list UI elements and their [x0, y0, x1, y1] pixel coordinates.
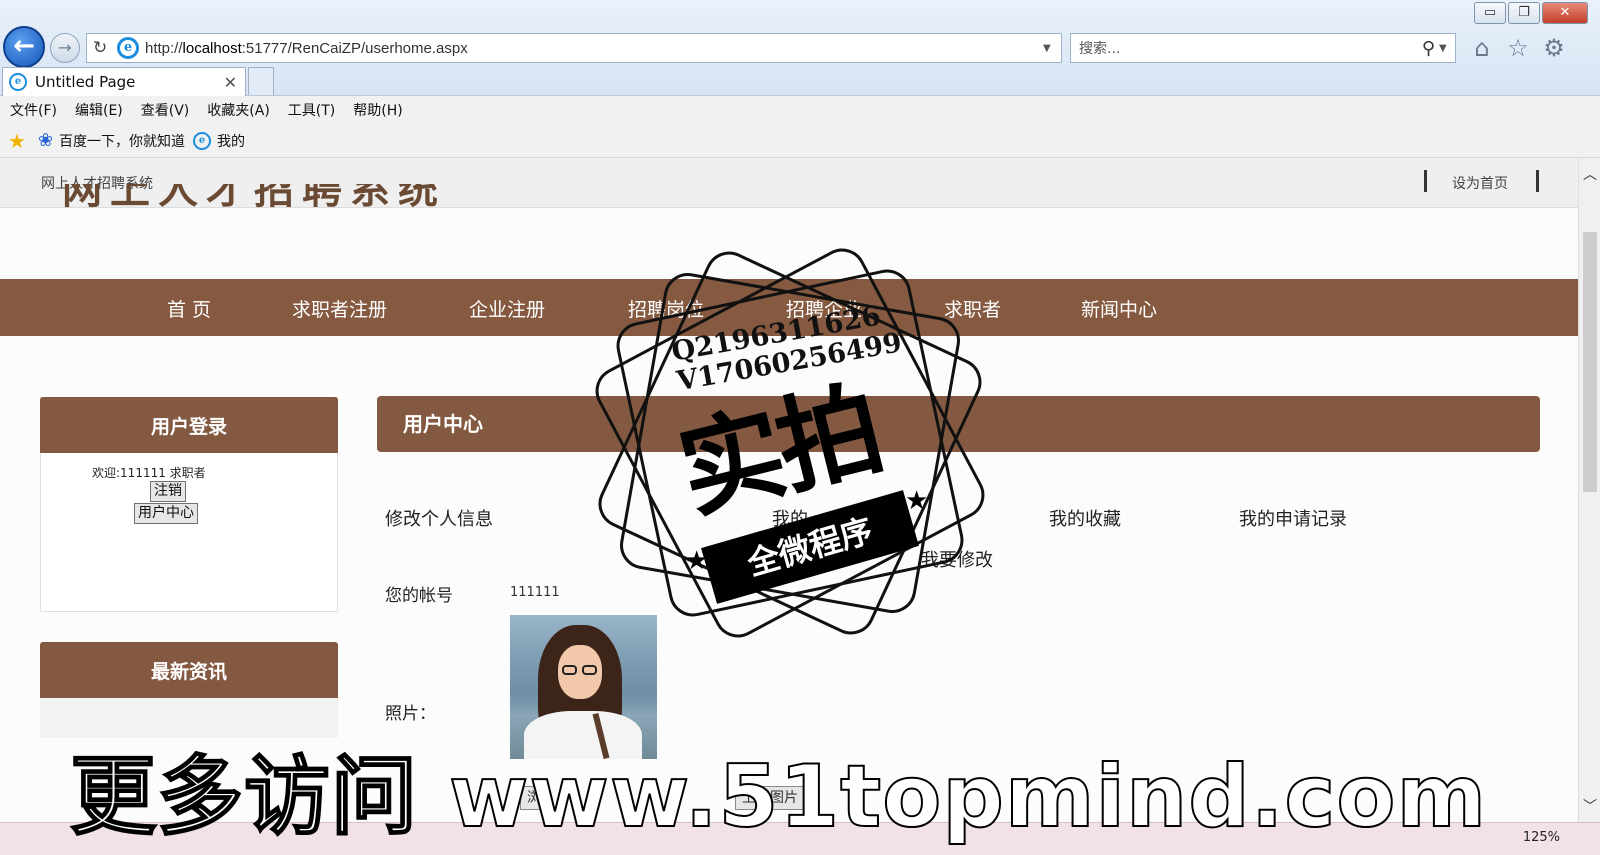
url-text[interactable]: http://localhost:51777/RenCaiZP/userhome… — [145, 40, 1043, 57]
nav-home[interactable]: 首 页 — [167, 295, 211, 322]
my-link[interactable]: 我的 — [772, 505, 808, 531]
edit-profile-link[interactable]: 修改个人信息 — [385, 505, 493, 531]
nav-companies[interactable]: 招聘企业 — [786, 295, 862, 322]
scroll-up-icon[interactable]: ︿ — [1579, 164, 1600, 184]
menu-item-favorites[interactable]: 收藏夹(A) — [207, 100, 270, 120]
edit-link[interactable]: 我要修改 — [921, 546, 993, 572]
search-input[interactable]: 搜索... — [1079, 38, 1422, 58]
menu-bar: 文件(F) 编辑(E) 查看(V) 收藏夹(A) 工具(T) 帮助(H) — [0, 96, 1600, 124]
window-controls: ▭ ❐ ✕ — [1474, 2, 1588, 24]
news-list — [40, 698, 338, 738]
user-photo — [510, 615, 657, 759]
refresh-icon[interactable]: ↻ — [93, 38, 115, 58]
tab-title: Untitled Page — [35, 73, 136, 91]
menu-item-view[interactable]: 查看(V) — [141, 100, 190, 120]
user-center-title: 用户中心 — [377, 396, 1540, 452]
ie-logo-icon: e — [193, 131, 212, 150]
nav-jobseeker-register[interactable]: 求职者注册 — [292, 295, 387, 322]
nav-news-center[interactable]: 新闻中心 — [1081, 295, 1157, 322]
mouse-cursor-icon: ➤ — [730, 547, 746, 568]
photo-label: 照片： — [385, 704, 436, 724]
chevron-down-icon[interactable]: ▼ — [1439, 43, 1455, 54]
nav-company-register[interactable]: 企业注册 — [469, 295, 545, 322]
main-nav: 首 页 求职者注册 企业注册 招聘岗位 招聘企业 求职者 新闻中心 — [0, 279, 1578, 336]
home-icon[interactable]: ⌂ — [1468, 34, 1496, 62]
search-icon[interactable]: ⚲ — [1422, 38, 1435, 59]
divider — [1536, 170, 1539, 192]
gear-icon[interactable]: ⚙ — [1540, 34, 1568, 62]
baidu-paw-icon: ❀ — [37, 130, 54, 151]
ie-logo-icon: e — [9, 73, 27, 91]
zoom-level[interactable]: 125% — [1523, 830, 1560, 845]
vertical-scrollbar[interactable]: ︿ ﹀ — [1578, 158, 1600, 822]
news-panel-title: 最新资讯 — [40, 642, 338, 698]
restore-button[interactable]: ❐ — [1508, 2, 1540, 24]
favorite-baidu[interactable]: 百度一下，你就知道 — [59, 131, 185, 151]
forward-arrow-icon[interactable]: → — [50, 33, 80, 63]
search-box[interactable]: 搜索... ⚲ ▼ — [1070, 33, 1456, 63]
bottom-watermark: 更多访问 www.51topmind.com — [69, 747, 1488, 847]
my-favorites-link[interactable]: 我的收藏 — [1049, 505, 1121, 531]
account-label: 您的帐号 — [385, 586, 453, 606]
logout-button[interactable]: 注销 — [150, 481, 186, 502]
new-tab-button[interactable] — [248, 67, 274, 95]
tab-untitled-page[interactable]: e Untitled Page ✕ — [2, 67, 246, 96]
nav-jobseekers[interactable]: 求职者 — [944, 295, 1001, 322]
divider — [1424, 170, 1427, 192]
address-bar[interactable]: ↻ e http://localhost:51777/RenCaiZP/user… — [86, 33, 1062, 63]
menu-item-file[interactable]: 文件(F) — [10, 100, 57, 120]
scroll-down-icon[interactable]: ﹀ — [1579, 796, 1600, 816]
minimize-button[interactable]: ▭ — [1474, 2, 1506, 24]
welcome-text: 欢迎:111111 求职者 — [92, 466, 206, 480]
scroll-thumb[interactable] — [1583, 232, 1597, 492]
back-arrow-icon[interactable]: ← — [3, 26, 45, 68]
menu-item-help[interactable]: 帮助(H) — [353, 100, 402, 120]
favorite-mine[interactable]: 我的 — [217, 131, 245, 151]
ie-logo-icon: e — [117, 37, 139, 59]
menu-item-tools[interactable]: 工具(T) — [288, 100, 335, 120]
star-icon[interactable]: ☆ — [1504, 34, 1532, 62]
nav-job-postings[interactable]: 招聘岗位 — [628, 295, 704, 322]
close-window-button[interactable]: ✕ — [1542, 2, 1588, 24]
set-homepage-link[interactable]: 设为首页 — [1452, 173, 1508, 193]
login-panel-title: 用户登录 — [40, 397, 338, 453]
site-logo-title: 网上人才招聘系统 — [62, 184, 446, 213]
close-icon[interactable]: ✕ — [224, 73, 237, 92]
browser-chrome: ▭ ❐ ✕ ← → ↻ e http://localhost:51777/Ren… — [0, 0, 1600, 96]
menu-item-edit[interactable]: 编辑(E) — [75, 100, 123, 120]
user-center-button[interactable]: 用户中心 — [134, 503, 198, 524]
favorites-star-icon[interactable]: ★ — [8, 129, 26, 153]
my-applications-link[interactable]: 我的申请记录 — [1239, 505, 1347, 531]
account-value: 111111 — [510, 585, 560, 600]
favorites-bar: ★ ❀ 百度一下，你就知道 e 我的 — [0, 124, 1600, 158]
toolbar-icons: ⌂ ☆ ⚙ — [1468, 34, 1568, 62]
chevron-down-icon[interactable]: ▼ — [1043, 43, 1061, 54]
